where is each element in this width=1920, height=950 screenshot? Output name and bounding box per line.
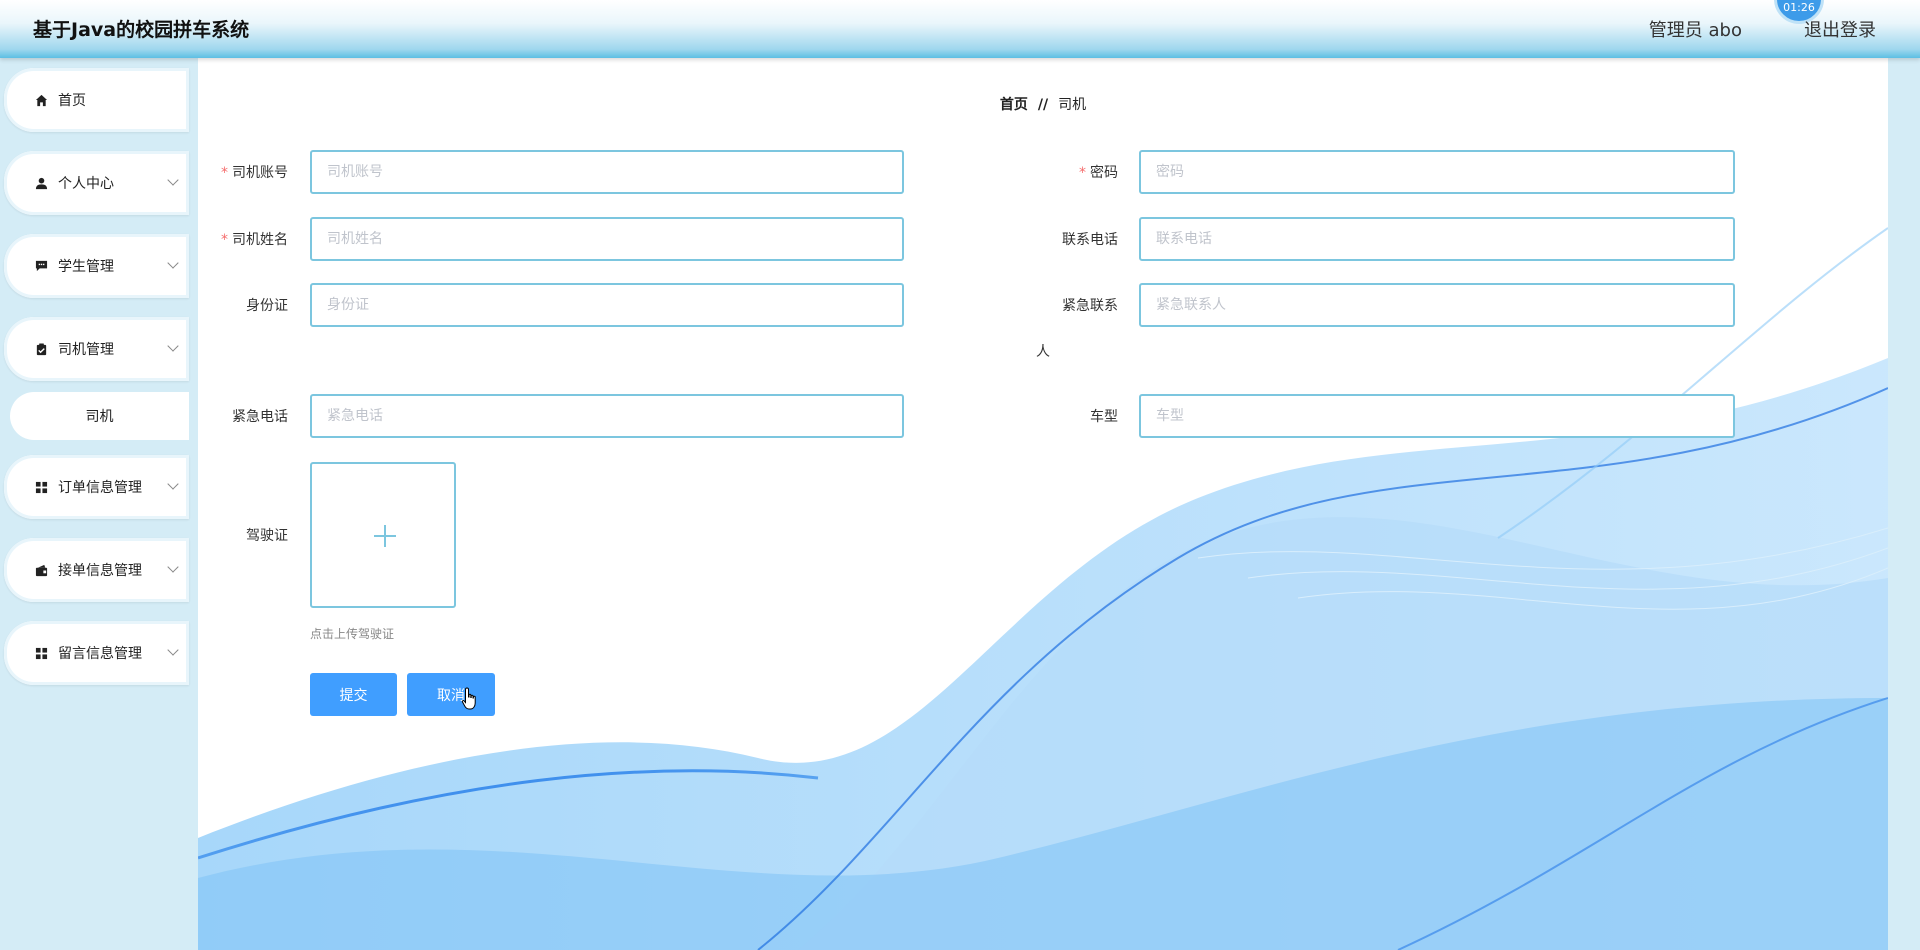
emergency-phone-input[interactable] xyxy=(310,394,904,438)
chevron-down-icon xyxy=(167,340,179,352)
submit-button[interactable]: 提交 xyxy=(310,673,397,716)
app-title: 基于Java的校园拼车系统 xyxy=(33,19,250,41)
sidebar-item-message-management[interactable]: 留言信息管理 xyxy=(4,621,189,685)
license-label: 驾驶证 xyxy=(246,528,288,544)
top-bar: 基于Java的校园拼车系统 01:26 管理员 abo 退出登录 xyxy=(0,0,1920,58)
upload-tip: 点击上传驾驶证 xyxy=(310,627,395,641)
logout-link[interactable]: 退出登录 xyxy=(1804,16,1876,42)
driver-name-input[interactable] xyxy=(310,217,904,261)
password-label: * 密码 xyxy=(1079,165,1118,181)
id-card-input[interactable] xyxy=(310,283,904,327)
user-info: 管理员 abo xyxy=(1648,20,1742,41)
chevron-down-icon xyxy=(167,644,179,656)
driver-name-label: * 司机姓名 xyxy=(221,232,288,248)
emergency-contact-label-wrap: 人 xyxy=(1036,344,1050,360)
sidebar-subitem-driver[interactable]: 司机 xyxy=(10,392,189,440)
sidebar-item-label: 首页 xyxy=(58,93,86,109)
driver-account-input[interactable] xyxy=(310,150,904,194)
sidebar-item-personal-center[interactable]: 个人中心 xyxy=(4,151,189,215)
cancel-button[interactable]: 取消 xyxy=(407,673,495,716)
chevron-down-icon xyxy=(167,478,179,490)
driver-account-label: * 司机账号 xyxy=(221,165,288,181)
chat-icon xyxy=(34,259,48,273)
sidebar-item-label: 个人中心 xyxy=(58,176,114,192)
hand-cursor-icon xyxy=(461,687,476,710)
sidebar-item-label: 接单信息管理 xyxy=(58,563,142,579)
sidebar-item-label: 司机管理 xyxy=(58,342,114,358)
grid-icon xyxy=(34,480,48,494)
sidebar-item-home[interactable]: 首页 xyxy=(4,68,189,132)
phone-input[interactable] xyxy=(1139,217,1735,261)
grid-icon xyxy=(34,646,48,660)
chevron-down-icon xyxy=(167,174,179,186)
user-icon xyxy=(34,176,48,190)
sidebar: 首页 个人中心 学生管理 司机管理 司机 订单信息管理 接单信息管理 留言信息管… xyxy=(0,58,198,950)
wallet-icon xyxy=(34,563,48,577)
breadcrumb-home[interactable]: 首页 xyxy=(1000,97,1028,113)
sidebar-item-label: 学生管理 xyxy=(58,259,114,275)
sidebar-item-order-management[interactable]: 订单信息管理 xyxy=(4,455,189,519)
license-upload[interactable] xyxy=(310,462,456,608)
password-input[interactable] xyxy=(1139,150,1735,194)
emergency-phone-label: 紧急电话 xyxy=(232,409,288,425)
sidebar-item-driver-management[interactable]: 司机管理 xyxy=(4,317,189,381)
main-content: 首页 // 司机 *司机账号 *密码 *司机姓名 联系电话 身份证 紧急联系 人 紧… xyxy=(198,58,1888,950)
sidebar-item-accept-order-management[interactable]: 接单信息管理 xyxy=(4,538,189,602)
sidebar-item-label: 留言信息管理 xyxy=(58,646,142,662)
sidebar-item-label: 订单信息管理 xyxy=(58,480,142,496)
chevron-down-icon xyxy=(167,257,179,269)
id-card-label: 身份证 xyxy=(246,298,288,314)
breadcrumb: 首页 // 司机 xyxy=(198,94,1888,114)
sidebar-item-student-management[interactable]: 学生管理 xyxy=(4,234,189,298)
breadcrumb-separator: // xyxy=(1037,97,1049,113)
car-model-input[interactable] xyxy=(1139,394,1735,438)
home-icon xyxy=(34,93,48,107)
clipboard-icon xyxy=(34,342,48,356)
emergency-contact-label: 紧急联系 xyxy=(1062,298,1118,314)
car-model-label: 车型 xyxy=(1090,409,1118,425)
chevron-down-icon xyxy=(167,561,179,573)
breadcrumb-current: 司机 xyxy=(1058,97,1087,113)
emergency-contact-input[interactable] xyxy=(1139,283,1735,327)
phone-label: 联系电话 xyxy=(1062,232,1118,248)
